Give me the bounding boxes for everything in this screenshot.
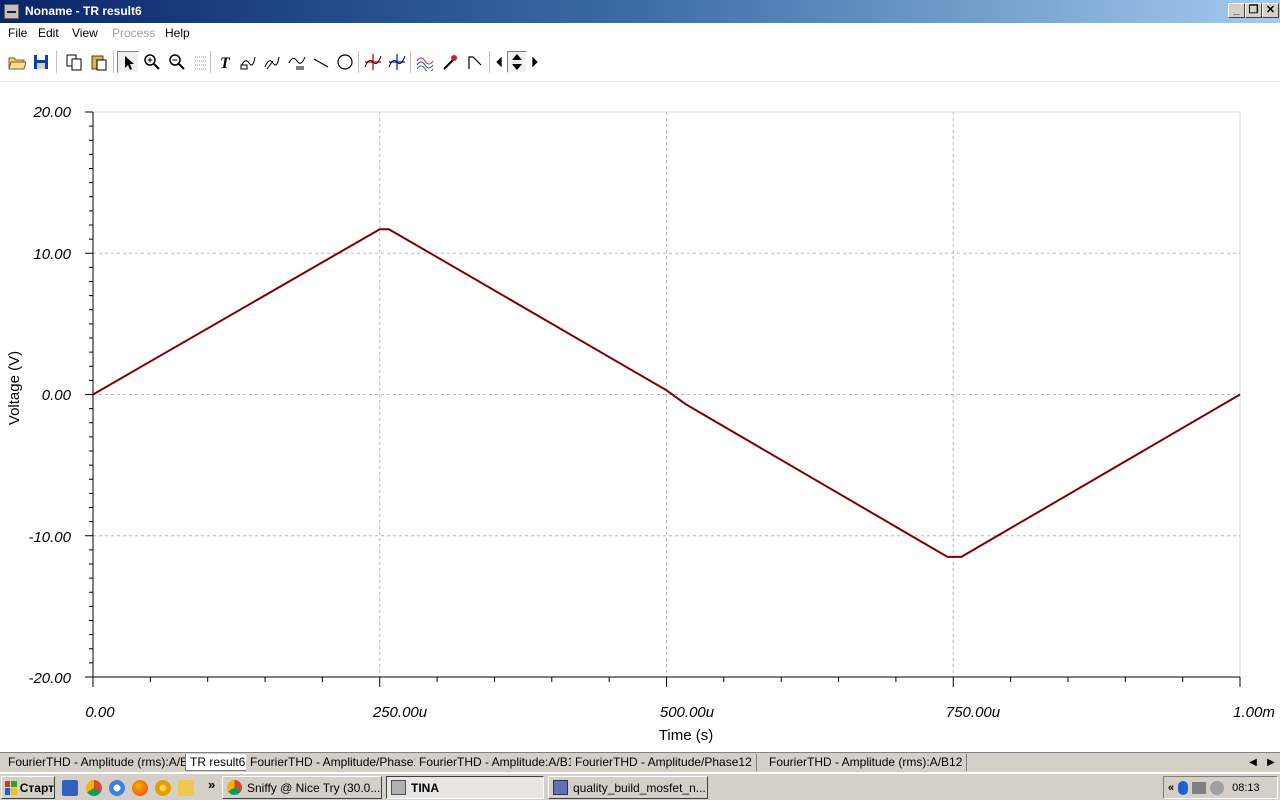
tab-scroll-left-icon[interactable]: ◀ <box>1246 755 1260 770</box>
document-icon <box>553 780 568 795</box>
start-button[interactable]: Старт <box>1 776 55 799</box>
system-tray: « 08:13 <box>1163 776 1278 799</box>
tab-fourier-phase11[interactable]: FourierTHD - Amplitude/Phase11 <box>246 754 431 771</box>
clock[interactable]: 08:13 <box>1232 782 1260 794</box>
y-tick-label: 10.00 <box>33 246 71 263</box>
pointer-icon[interactable] <box>117 51 139 73</box>
tab-fourier-phase12[interactable]: FourierTHD - Amplitude/Phase12 <box>571 754 757 771</box>
app-icon <box>4 4 19 19</box>
chrome-canary-icon[interactable] <box>109 780 125 796</box>
tab-fourier-amplitude-b11[interactable]: FourierTHD - Amplitude:A/B11 <box>415 754 586 771</box>
x-tick-label: 1.00m <box>1233 704 1275 721</box>
x-tick-label: 750.00u <box>946 704 1001 721</box>
task-label: TINA <box>411 780 439 795</box>
menu-help[interactable]: Help <box>161 25 194 41</box>
toolbar-separator <box>56 51 57 73</box>
x-tick-label: 0.00 <box>85 704 115 721</box>
paste-icon[interactable] <box>88 51 110 73</box>
toolbar-separator <box>358 51 359 73</box>
curve-label-icon[interactable] <box>286 51 308 73</box>
tab-tr-result6[interactable]: TR result6 <box>185 754 251 771</box>
voltage-time-chart: 20.00 10.00 0.00 -10.00 -20.00 0.00 250.… <box>6 104 1275 744</box>
line-icon[interactable] <box>310 51 332 73</box>
tab-bar: FourierTHD - Amplitude (rms):A/B10 TR re… <box>0 752 1280 772</box>
tray-expand-button[interactable]: « <box>1168 782 1174 794</box>
menu-view[interactable]: View <box>68 25 102 41</box>
y-axis-label: Voltage (V) <box>6 351 23 425</box>
plot-area[interactable]: 20.00 10.00 0.00 -10.00 -20.00 0.00 250.… <box>0 82 1280 752</box>
label-arrow-icon[interactable] <box>261 51 283 73</box>
menu-bar: File Edit View Process Help <box>0 23 1280 43</box>
menu-process[interactable]: Process <box>108 25 159 41</box>
menu-file[interactable]: File <box>4 25 31 41</box>
probe-icon[interactable] <box>439 51 461 73</box>
y-tick-labels: 20.00 10.00 0.00 -10.00 -20.00 <box>28 104 71 687</box>
zoom-in-icon[interactable] <box>141 51 163 73</box>
taskbar: Старт » Sniffy @ Nice Try (30.0... TINA … <box>0 773 1280 800</box>
firefox-icon[interactable] <box>132 780 148 796</box>
text-icon[interactable]: T <box>214 51 236 73</box>
step-icon[interactable] <box>464 51 486 73</box>
minimize-button[interactable]: _ <box>1228 3 1245 18</box>
toolbar-separator <box>410 51 411 73</box>
toolbar-separator <box>210 51 211 73</box>
bluetooth-icon[interactable] <box>1178 780 1189 795</box>
save-icon[interactable] <box>30 51 52 73</box>
start-label: Старт <box>19 780 54 795</box>
task-button-chrome[interactable]: Sniffy @ Nice Try (30.0... <box>222 776 382 799</box>
restore-button[interactable]: ❐ <box>1245 3 1262 18</box>
tab-fourier-rms-b10[interactable]: FourierTHD - Amplitude (rms):A/B10 <box>4 754 207 771</box>
y-tick-label: -20.00 <box>28 670 71 687</box>
arrow-updown-icon[interactable] <box>507 51 527 73</box>
title-bar: Noname - TR result6 _ ❐ ✕ <box>0 0 1280 23</box>
y-tick-label: 20.00 <box>32 104 71 121</box>
waveform-icon[interactable] <box>414 51 436 73</box>
x-axis-label: Time (s) <box>659 727 713 744</box>
toolbar-separator <box>113 51 114 73</box>
x-tick-label: 500.00u <box>660 704 715 721</box>
arrow-left-icon[interactable] <box>491 51 507 73</box>
toolbar-separator <box>489 51 490 73</box>
task-button-tina[interactable]: TINA <box>386 776 544 799</box>
grid <box>93 112 1240 677</box>
menu-edit[interactable]: Edit <box>34 25 63 41</box>
volume-icon[interactable] <box>1210 780 1225 795</box>
window-title: Noname - TR result6 <box>25 4 142 18</box>
circle-icon[interactable] <box>334 51 356 73</box>
tina-icon <box>391 780 406 795</box>
voltage-series-line <box>92 228 1241 558</box>
y-tick-label: -10.00 <box>28 529 71 546</box>
tab-scroll-right-icon[interactable]: ▶ <box>1264 755 1278 770</box>
show-desktop-icon[interactable] <box>62 780 78 796</box>
tab-fourier-rms-b12[interactable]: FourierTHD - Amplitude (rms):A/B12 <box>765 754 968 771</box>
zoom-out-icon[interactable] <box>166 51 188 73</box>
arrow-right-icon[interactable] <box>527 51 543 73</box>
toolbar: T <box>0 43 1280 82</box>
network-icon[interactable] <box>1192 781 1207 794</box>
axes <box>85 111 1241 687</box>
cursor-b-icon[interactable] <box>386 51 408 73</box>
series <box>92 228 1241 558</box>
open-folder-icon[interactable] <box>6 51 28 73</box>
cursor-a-icon[interactable] <box>362 51 384 73</box>
quicklaunch-chevron-icon[interactable]: » <box>208 777 215 792</box>
media-player-icon[interactable] <box>155 780 171 796</box>
svg-text:T: T <box>220 55 231 71</box>
x-tick-label: 250.00u <box>372 704 428 721</box>
grid-icon[interactable] <box>190 51 212 73</box>
chrome-icon[interactable] <box>86 780 102 796</box>
task-label: Sniffy @ Nice Try (30.0... <box>247 780 381 795</box>
task-button-document[interactable]: quality_build_mosfet_n... <box>548 776 708 799</box>
windows-flag-icon <box>5 780 17 795</box>
chrome-icon <box>227 780 242 795</box>
folder-icon[interactable] <box>178 780 194 796</box>
label-icon[interactable] <box>237 51 259 73</box>
y-tick-label: 0.00 <box>42 387 72 404</box>
close-button[interactable]: ✕ <box>1262 3 1279 18</box>
copy-icon[interactable] <box>63 51 85 73</box>
x-tick-labels: 0.00 250.00u 500.00u 750.00u 1.00m <box>85 704 1274 721</box>
task-label: quality_build_mosfet_n... <box>573 780 706 795</box>
